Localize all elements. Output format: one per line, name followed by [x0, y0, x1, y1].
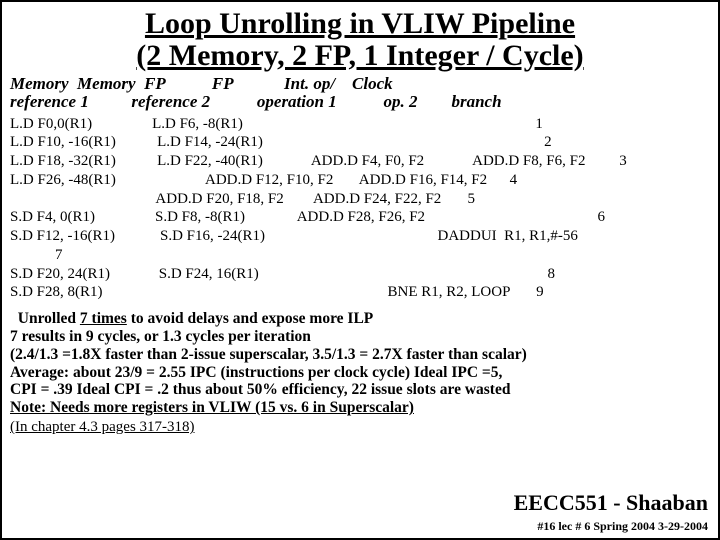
body-row-0: L.D F0,0(R1) L.D F6, -8(R1) 1 [10, 116, 543, 132]
body-row-3: L.D F26, -48(R1) ADD.D F12, F10, F2 ADD.… [10, 172, 517, 188]
slide: Loop Unrolling in VLIW Pipeline (2 Memor… [0, 0, 720, 540]
note1-mid: 7 times [80, 310, 127, 327]
body-row-1: L.D F10, -16(R1) L.D F14, -24(R1) 2 [10, 134, 552, 150]
body-row-6: S.D F12, -16(R1) S.D F16, -24(R1) DADDUI… [10, 228, 578, 263]
footer-sub: #16 lec # 6 Spring 2004 3-29-2004 [537, 519, 708, 534]
body-row-8: S.D F28, 8(R1) BNE R1, R2, LOOP 9 [10, 284, 544, 300]
note1-pre: Unrolled [18, 310, 80, 327]
body-row-4: ADD.D F20, F18, F2 ADD.D F24, F22, F2 5 [10, 191, 475, 207]
slide-title: Loop Unrolling in VLIW Pipeline (2 Memor… [10, 8, 710, 71]
note-line-1: Unrolled 7 times to avoid delays and exp… [10, 310, 710, 328]
body-row-2: L.D F18, -32(R1) L.D F22, -40(R1) ADD.D … [10, 153, 627, 169]
note-line-3: (2.4/1.3 =1.8X faster than 2-issue super… [10, 346, 710, 364]
body-row-5: S.D F4, 0(R1) S.D F8, -8(R1) ADD.D F28, … [10, 209, 605, 225]
chapter-ref: (In chapter 4.3 pages 317-318) [10, 419, 710, 436]
note-line-2: 7 results in 9 cycles, or 1.3 cycles per… [10, 328, 710, 346]
note2-text: 7 results in 9 cycles, or 1.3 cycles per… [10, 328, 311, 345]
footer-course: EECC551 - Shaaban [514, 490, 708, 516]
hdr-line-2: reference 1 reference 2 operation 1 op. … [10, 92, 502, 111]
note6-text: Note: Needs more registers in VLIW (15 v… [10, 399, 414, 416]
note-line-5: CPI = .39 Ideal CPI = .2 thus about 50% … [10, 381, 710, 399]
note4-text: Average: about 23/9 = 2.55 IPC (instruct… [10, 364, 502, 381]
note1-post: to avoid delays and expose more ILP [127, 310, 373, 327]
hdr-line-1: Memory Memory FP FP Int. op/ Clock [10, 74, 393, 93]
body-row-7: S.D F20, 24(R1) S.D F24, 16(R1) 8 [10, 266, 555, 282]
notes-block: Unrolled 7 times to avoid delays and exp… [10, 310, 710, 436]
note-line-4: Average: about 23/9 = 2.55 IPC (instruct… [10, 364, 710, 382]
title-line-1: Loop Unrolling in VLIW Pipeline [145, 7, 575, 40]
note5-text: CPI = .39 Ideal CPI = .2 thus about 50% … [10, 381, 510, 398]
title-line-2: (2 Memory, 2 FP, 1 Integer / Cycle) [136, 39, 583, 72]
note3-text: (2.4/1.3 =1.8X faster than 2-issue super… [10, 346, 527, 363]
column-headers: Memory Memory FP FP Int. op/ Clock refer… [10, 75, 710, 111]
note-line-6: Note: Needs more registers in VLIW (15 v… [10, 399, 710, 417]
schedule-body: L.D F0,0(R1) L.D F6, -8(R1) 1 L.D F10, -… [10, 115, 710, 303]
